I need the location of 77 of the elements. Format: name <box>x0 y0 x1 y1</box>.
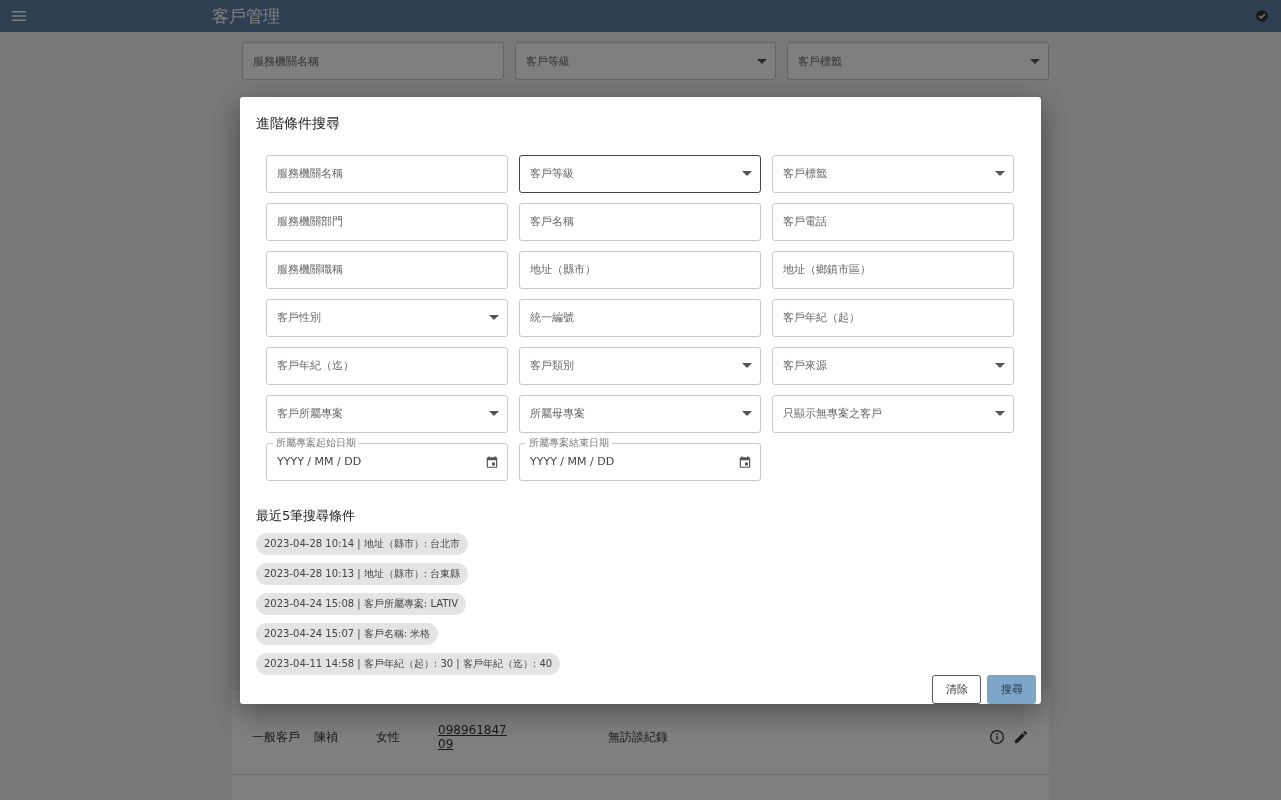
field-placeholder: 客戶類別 <box>530 358 575 373</box>
field-label: 所屬專案結束日期 <box>526 436 612 449</box>
dropdown-caret-icon <box>995 363 1005 368</box>
select-field[interactable]: 客戶等級 <box>514 42 777 80</box>
page-title: 客戶管理 <box>212 4 281 28</box>
field-label: 所屬專案起始日期 <box>273 436 359 449</box>
menu-icon[interactable] <box>12 11 26 21</box>
dropdown-caret-icon <box>995 411 1005 416</box>
field-placeholder: 服務機關名稱 <box>253 53 320 69</box>
select-field[interactable]: 客戶性別 <box>266 298 508 337</box>
search-button[interactable]: 搜尋 <box>987 674 1036 704</box>
history-chip[interactable]: 2023-04-28 10:14 | 地址（縣市）: 台北市 <box>256 532 469 555</box>
history-chip[interactable]: 2023-04-11 14:58 | 客戶年紀（起）: 30 | 客戶年紀（迄）: 40 <box>256 652 561 675</box>
field-placeholder: 客戶年紀（起） <box>783 310 861 325</box>
field-placeholder: 客戶等級 <box>525 53 571 69</box>
field-placeholder: 客戶等級 <box>530 166 575 181</box>
input-field[interactable]: 客戶年紀（迄） <box>266 346 508 385</box>
field-placeholder: 客戶來源 <box>783 358 828 373</box>
table-cell-text: 女性 <box>376 728 401 746</box>
field-placeholder: 地址（鄉鎮市區） <box>783 262 872 277</box>
input-field[interactable]: 客戶名稱 <box>519 202 761 241</box>
history-chip[interactable]: 2023-04-24 15:08 | 客戶所屬專案: LATIV <box>256 592 467 615</box>
input-field[interactable]: 服務機關職稱 <box>266 250 508 289</box>
input-field[interactable]: 客戶電話 <box>772 202 1014 241</box>
table-cell-text: 陳禎 <box>314 728 339 746</box>
field-placeholder: 客戶所屬專案 <box>277 406 344 421</box>
select-field[interactable]: 只顯示無專案之客戶 <box>772 394 1014 433</box>
input-field[interactable]: 地址（鄉鎮市區） <box>772 250 1014 289</box>
field-placeholder: 服務機關職稱 <box>277 262 344 277</box>
dropdown-caret-icon <box>757 58 768 64</box>
select-field[interactable]: 所屬母專案 <box>519 394 761 433</box>
field-placeholder: 客戶名稱 <box>530 214 575 229</box>
history-chip[interactable]: 2023-04-24 15:07 | 客戶名稱: 米格 <box>256 622 439 645</box>
field-placeholder: 客戶標籤 <box>783 166 828 181</box>
dropdown-caret-icon <box>1030 58 1040 64</box>
select-field[interactable]: 客戶所屬專案 <box>266 394 508 433</box>
history-chip[interactable]: 2023-04-28 10:13 | 地址（縣市）: 台東縣 <box>256 562 469 585</box>
input-field[interactable]: 地址（縣市） <box>519 250 761 289</box>
dropdown-caret-icon <box>489 315 499 320</box>
input-field[interactable]: 服務機關名稱 <box>266 154 508 193</box>
field-placeholder: 客戶性別 <box>277 310 322 325</box>
section-heading: 最近5筆搜尋條件 <box>256 506 357 525</box>
dropdown-caret-icon <box>995 171 1005 176</box>
field-placeholder: 客戶電話 <box>783 214 828 229</box>
calendar-icon[interactable] <box>738 454 752 469</box>
field-placeholder: 客戶年紀（迄） <box>277 358 355 373</box>
check-circle-icon[interactable] <box>1255 9 1269 23</box>
field-placeholder: 只顯示無專案之客戶 <box>783 406 883 421</box>
dialog-title: 進階條件搜尋 <box>256 114 341 133</box>
dropdown-caret-icon <box>742 171 752 176</box>
field-placeholder: 服務機關部門 <box>277 214 344 229</box>
field-placeholder: 所屬母專案 <box>530 406 586 421</box>
field-placeholder: 客戶標籤 <box>798 53 844 69</box>
dropdown-caret-icon <box>742 363 752 368</box>
select-field[interactable]: 客戶等級 <box>519 154 761 193</box>
info-icon[interactable] <box>989 729 1005 745</box>
table-cell-text: 一般客戶 <box>252 728 301 746</box>
date-placeholder: YYYY / MM / DD <box>277 455 363 468</box>
input-field[interactable]: 統一編號 <box>519 298 761 337</box>
select-field[interactable]: 客戶類別 <box>519 346 761 385</box>
input-field[interactable]: 服務機關名稱 <box>242 42 504 80</box>
field-placeholder: 統一編號 <box>530 310 575 325</box>
input-field[interactable]: 服務機關部門 <box>266 202 508 241</box>
pencil-icon[interactable] <box>1013 729 1029 745</box>
clear-button[interactable]: 清除 <box>932 674 981 704</box>
phone-link[interactable]: 098961847 09 <box>438 723 608 751</box>
field-placeholder: 服務機關名稱 <box>277 166 344 181</box>
date-placeholder: YYYY / MM / DD <box>530 455 616 468</box>
select-field[interactable]: 客戶標籤 <box>787 42 1049 80</box>
dropdown-caret-icon <box>489 411 499 416</box>
select-field[interactable]: 客戶標籤 <box>772 154 1014 193</box>
field-placeholder: 地址（縣市） <box>530 262 597 277</box>
input-field[interactable]: 客戶年紀（起） <box>772 298 1014 337</box>
select-field[interactable]: 客戶來源 <box>772 346 1014 385</box>
dropdown-caret-icon <box>742 411 752 416</box>
table-cell-text: 無訪談紀錄 <box>608 728 669 746</box>
calendar-icon[interactable] <box>485 454 499 469</box>
